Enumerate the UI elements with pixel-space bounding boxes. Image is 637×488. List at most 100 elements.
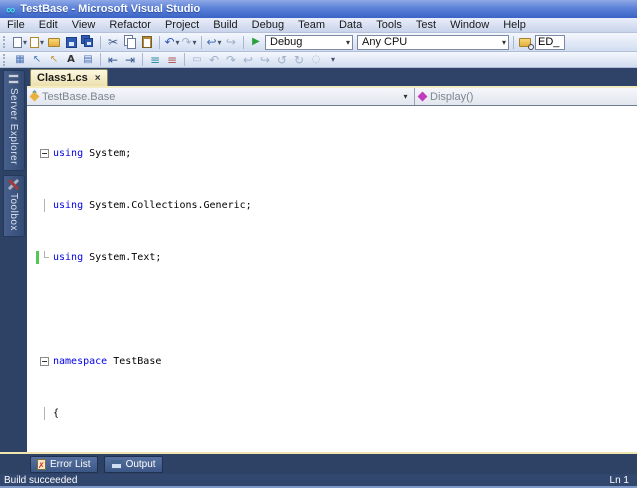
error-list-icon: ✗ (37, 458, 46, 470)
code-token: using (53, 200, 84, 211)
decrease-indent-icon[interactable]: ⇤ (105, 52, 121, 68)
code-token: TestBase (107, 356, 162, 367)
code-surface[interactable]: using System; using System.Collections.G… (27, 106, 637, 452)
menu-project[interactable]: Project (158, 19, 206, 31)
fold-collapse-icon[interactable] (40, 357, 49, 366)
tab-close-icon[interactable]: × (95, 73, 101, 84)
toolbar-separator (243, 35, 244, 49)
chevron-down-icon[interactable]: ▾ (399, 90, 412, 103)
code-editor[interactable]: using System; using System.Collections.G… (27, 106, 637, 452)
sidebar-tab-server-explorer[interactable]: Server Explorer (2, 70, 25, 171)
platform-combobox[interactable]: Any CPU ▾ (357, 34, 509, 50)
code-line-1: using System; (27, 147, 637, 160)
open-folder-icon[interactable] (46, 34, 62, 50)
undo-icon[interactable]: ↶ ▾ (164, 34, 180, 50)
menu-refactor[interactable]: Refactor (102, 19, 158, 31)
menu-data[interactable]: Data (332, 19, 369, 31)
tab-class1-cs[interactable]: Class1.cs × (30, 69, 108, 86)
code-line-2: using System.Collections.Generic; (27, 199, 637, 212)
main-region: Server Explorer Toolbox Class1.cs × Test… (0, 68, 637, 452)
save-all-icon[interactable] (80, 34, 96, 50)
toolbar-grip[interactable] (3, 53, 8, 66)
code-line-6: { (27, 407, 637, 420)
menu-debug[interactable]: Debug (245, 19, 291, 31)
sidebar-tab-toolbox[interactable]: Toolbox (2, 174, 25, 237)
visual-studio-window: ∞ TestBase - Microsoft Visual Studio Fil… (0, 0, 637, 488)
menu-window[interactable]: Window (443, 19, 496, 31)
menu-view[interactable]: View (65, 19, 103, 31)
menu-team[interactable]: Team (291, 19, 332, 31)
bookmark-icon[interactable]: ▭ (189, 52, 205, 68)
toolbox-icon (7, 178, 20, 191)
platform-value: Any CPU (362, 36, 408, 48)
select-pointer-icon[interactable]: ↖ (46, 52, 62, 68)
new-project-icon[interactable]: ▾ (12, 34, 28, 50)
prev-bookmark-folder-icon[interactable]: ↩ (240, 52, 256, 68)
font-style-icon[interactable]: A (63, 52, 79, 68)
cut-icon[interactable]: ✂ (105, 34, 121, 50)
fold-collapse-icon[interactable] (40, 149, 49, 158)
output-icon (110, 459, 122, 469)
document-area: Class1.cs × TestBase.Base ▾ Display() us… (27, 68, 637, 452)
add-item-icon[interactable]: ▾ (29, 34, 45, 50)
toolbar-separator (159, 35, 160, 49)
toolbar-separator (100, 53, 101, 66)
copy-icon[interactable] (122, 34, 138, 50)
tab-label: Class1.cs (37, 72, 88, 84)
navigate-pointer-icon[interactable]: ↖ (29, 52, 45, 68)
previous-bookmark-icon[interactable]: ↶ (206, 52, 222, 68)
sidebar-tab-label: Toolbox (8, 192, 19, 231)
clear-bookmarks-icon[interactable]: ◌ (308, 52, 324, 68)
toolbar-overflow-icon[interactable]: ▾ (325, 52, 341, 68)
menu-file[interactable]: File (0, 19, 32, 31)
menu-help[interactable]: Help (496, 19, 533, 31)
toolbar-separator (100, 35, 101, 49)
sidebar-tab-label: Server Explorer (8, 88, 19, 165)
members-combobox[interactable]: Display() (415, 88, 637, 105)
type-name: TestBase.Base (42, 90, 116, 103)
save-icon[interactable] (63, 34, 79, 50)
paste-icon[interactable] (139, 34, 155, 50)
increase-indent-icon[interactable]: ⇥ (122, 52, 138, 68)
navigate-forward-icon[interactable]: ↪ (223, 34, 239, 50)
docked-panel-bar: ✗ Error List Output (0, 452, 637, 474)
error-list-label: Error List (50, 458, 91, 470)
code-token: using (53, 148, 84, 159)
find-input[interactable] (535, 34, 565, 50)
code-token: System.Text; (83, 252, 162, 263)
menu-tools[interactable]: Tools (369, 19, 409, 31)
start-debug-icon[interactable]: ▶ (248, 34, 264, 50)
debug-config-combobox[interactable]: Debug ▾ (265, 34, 353, 50)
next-bookmark-doc-icon[interactable]: ↻ (291, 52, 307, 68)
prev-bookmark-doc-icon[interactable]: ↺ (274, 52, 290, 68)
code-token: { (53, 408, 60, 419)
next-bookmark-icon[interactable]: ↷ (223, 52, 239, 68)
comment-lines-icon[interactable]: ≡ (147, 52, 163, 68)
properties-window-icon[interactable]: ▤ (80, 52, 96, 68)
navigation-bar: TestBase.Base ▾ Display() (27, 88, 637, 106)
code-line-5: namespace TestBase (27, 355, 637, 368)
find-in-files-icon[interactable] (518, 34, 534, 50)
toolbar-separator (184, 53, 185, 66)
output-button[interactable]: Output (103, 455, 163, 473)
menu-bar: File Edit View Refactor Project Build De… (0, 18, 637, 33)
server-explorer-icon (8, 74, 19, 85)
toolbar-separator (513, 35, 514, 49)
standard-toolbar: ▾ ▾ ✂ ↶ ▾ ↷ ▾ ↩ ▾ ↪ ▶ Debug ▾ Any CPU ▾ (0, 33, 637, 52)
code-token: System; (83, 148, 132, 159)
line-indicator: Ln 1 (609, 474, 629, 486)
toolbar-separator (142, 53, 143, 66)
next-bookmark-folder-icon[interactable]: ↪ (257, 52, 273, 68)
code-line-3: using System.Text; (27, 251, 637, 264)
types-combobox[interactable]: TestBase.Base ▾ (27, 88, 415, 105)
navigate-backward-icon[interactable]: ↩ ▾ (206, 34, 222, 50)
menu-build[interactable]: Build (206, 19, 244, 31)
uncomment-lines-icon[interactable]: ≡ (164, 52, 180, 68)
redo-icon[interactable]: ↷ ▾ (181, 34, 197, 50)
toolbar-grip[interactable] (3, 36, 8, 48)
menu-edit[interactable]: Edit (32, 19, 65, 31)
menu-test[interactable]: Test (409, 19, 443, 31)
display-window-icon[interactable]: ▦ (12, 52, 28, 68)
error-list-button[interactable]: ✗ Error List (30, 455, 98, 473)
